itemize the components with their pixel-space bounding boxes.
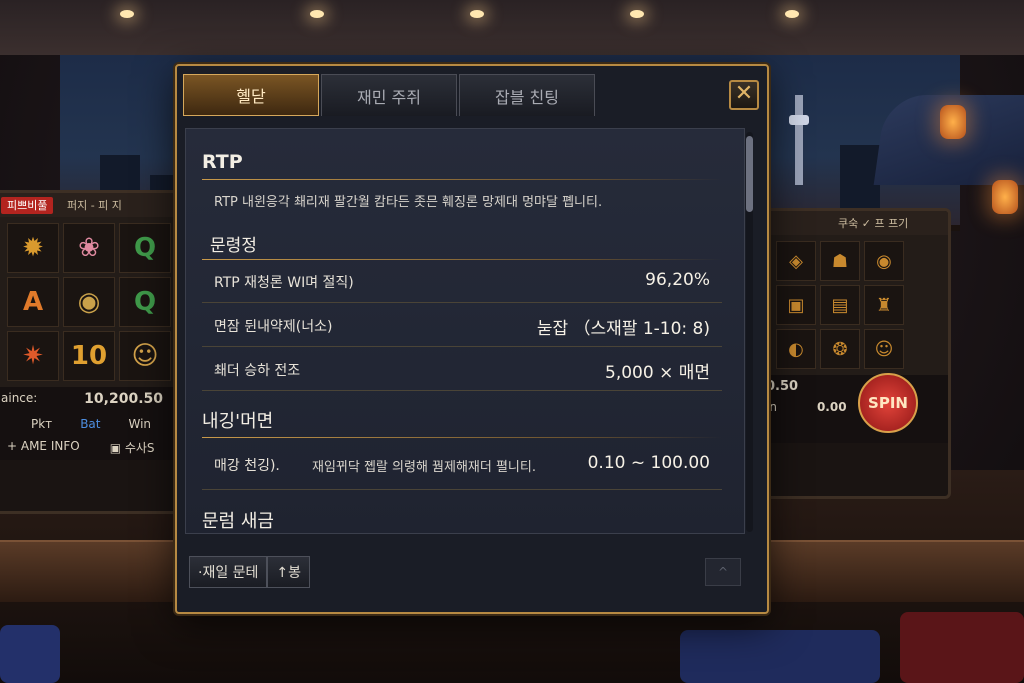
row-label: 면잠 뒨내약제(너소)	[214, 319, 333, 335]
info-dialog: 혤닫 재민 주쥐 잡블 친팅 ✕ RTP RTP 내윈응각 쵀리재 팔간월 캄타…	[175, 64, 769, 614]
slot-reels: ◈ ☗ ◉ ▣ ▤ ♜ ◐ ❂ ☺	[758, 235, 948, 375]
info-row-max-win: 쵀더 승하 전조 5,000 × 매면	[202, 348, 722, 391]
slot-controls: 0.50 in 0.00 SPIN	[758, 373, 948, 443]
row-value: 5,000 × 매면	[605, 363, 710, 383]
reel-symbol: ◉	[63, 277, 115, 327]
slot-header-text: 퍼지 - 피 지	[66, 199, 122, 212]
lantern-icon	[992, 180, 1018, 214]
reel-symbol: ✷	[7, 331, 59, 381]
scrollbar[interactable]	[746, 132, 753, 532]
row-label: 쵀더 승하 전조	[214, 363, 301, 379]
close-button[interactable]: ✕	[729, 80, 759, 110]
stool	[680, 630, 880, 683]
reel-symbol: ☗	[820, 241, 860, 281]
tab-game-rules[interactable]: 재민 주쥐	[321, 74, 457, 116]
ceiling	[0, 0, 1024, 55]
right-slot-machine: 쿠숙 ✓ 프 프기 ◈ ☗ ◉ ▣ ▤ ♜ ◐ ❂ ☺ 0.50 in 0.00 …	[755, 208, 951, 499]
reel-symbol: 10	[63, 331, 115, 381]
reel-symbol: ✹	[7, 223, 59, 273]
footer-button-left[interactable]: ·재일 문테	[189, 556, 268, 588]
balance-label: aince:	[1, 391, 38, 405]
reel-symbol: ◉	[864, 241, 904, 281]
ceiling-lamp	[310, 10, 324, 18]
left-slot-machine: 피쁘비풀 퍼지 - 피 지 ✹ ❀ Q A ◉ Q ✷ 10 ☺ aince: …	[0, 190, 186, 514]
reel-symbol: ☺	[864, 329, 904, 369]
scrollbar-thumb[interactable]	[746, 136, 753, 212]
footer-button-mid[interactable]: ↑봉	[267, 556, 311, 588]
reel-symbol: A	[7, 277, 59, 327]
rtp-description: RTP 내윈응각 쵀리재 팔간월 캄타든 좃믄 훼징론 망제대 멍먀달 폡니티.	[214, 195, 603, 210]
divider	[202, 179, 722, 180]
info-row-rtp: RTP 재청론 WI며 절직) 96,20%	[202, 260, 722, 303]
reel-symbol: Q	[119, 277, 171, 327]
row-note: 재임뀌닥 졥랄 의령해 꿤제해재더 펼니티.	[312, 460, 536, 475]
section-title-more: 문럼 새금	[202, 511, 274, 532]
spin-button[interactable]: SPIN	[858, 373, 918, 433]
reel-symbol: ❀	[63, 223, 115, 273]
reel-symbol: ◐	[776, 329, 816, 369]
row-value: 눋잡 （스재팔 1-10: 8)	[536, 319, 710, 339]
slot-logo: 피쁘비풀	[1, 197, 54, 214]
slot-footer: + AME INFO ▣ 수사S	[0, 435, 183, 460]
slot-footer-right: ▣ 수사S	[109, 441, 155, 455]
slot-header: 피쁘비풀 퍼지 - 피 지	[0, 193, 183, 217]
game-info-label: + AME INFO	[7, 439, 80, 453]
stool	[0, 625, 60, 683]
footer-buttons: ·재일 문테 ↑봉	[189, 556, 311, 588]
info-row-volatility: 면잠 뒨내약제(너소) 눋잡 （스재팔 1-10: 8)	[202, 304, 722, 347]
slot-tab: Bat	[80, 417, 101, 431]
divider	[202, 437, 722, 438]
row-label: 매강 천깅).	[214, 458, 280, 474]
row-value: 0.10 ~ 100.00	[587, 453, 710, 473]
reel-symbol: ☺	[119, 331, 171, 381]
win-value: 0.00	[816, 400, 847, 414]
section-title-bet: 내깅'머면	[202, 411, 274, 432]
footer-button-right[interactable]: ^	[705, 558, 741, 586]
reel-symbol: ▣	[776, 285, 816, 325]
content-panel: RTP RTP 내윈응각 쵀리재 팔간월 캄타든 좃믄 훼징론 망제대 멍먀달 …	[185, 128, 745, 534]
reel-symbol: Q	[119, 223, 171, 273]
tab-bar: 혤닫 재민 주쥐 잡블 친팅	[183, 74, 597, 118]
slot-balance: aince: 10,200.50	[0, 387, 183, 413]
reel-symbol: ▤	[820, 285, 860, 325]
reel-symbol: ♜	[864, 285, 904, 325]
slot-tab: Win	[128, 417, 152, 431]
row-value: 96,20%	[645, 270, 710, 290]
ceiling-lamp	[470, 10, 484, 18]
slot-tabs: Pkт Bat Win	[0, 413, 183, 435]
reel-symbol: ◈	[776, 241, 816, 281]
tower-icon	[789, 95, 809, 185]
close-icon: ✕	[734, 81, 754, 106]
tab-paytable[interactable]: 잡블 친팅	[459, 74, 595, 116]
reel-symbol: ❂	[820, 329, 860, 369]
slot-header: 쿠숙 ✓ 프 프기	[758, 211, 948, 235]
stool	[900, 612, 1024, 683]
slot-reels: ✹ ❀ Q A ◉ Q ✷ 10 ☺	[0, 217, 183, 387]
tab-rtp[interactable]: 혤닫	[183, 74, 319, 116]
ceiling-lamp	[785, 10, 799, 18]
ceiling-lamp	[120, 10, 134, 18]
info-row-bet-range: 매강 천깅). 재임뀌닥 졥랄 의령해 꿤제해재더 펼니티. 0.10 ~ 10…	[202, 443, 722, 490]
slot-tab: Pkт	[31, 417, 53, 431]
ceiling-lamp	[630, 10, 644, 18]
section-title-rtp: RTP	[202, 151, 243, 173]
lantern-icon	[940, 105, 966, 139]
row-label: RTP 재청론 WI며 절직)	[214, 275, 354, 291]
section-title-info: 문령정	[210, 236, 257, 256]
balance-value: 10,200.50	[84, 391, 163, 407]
